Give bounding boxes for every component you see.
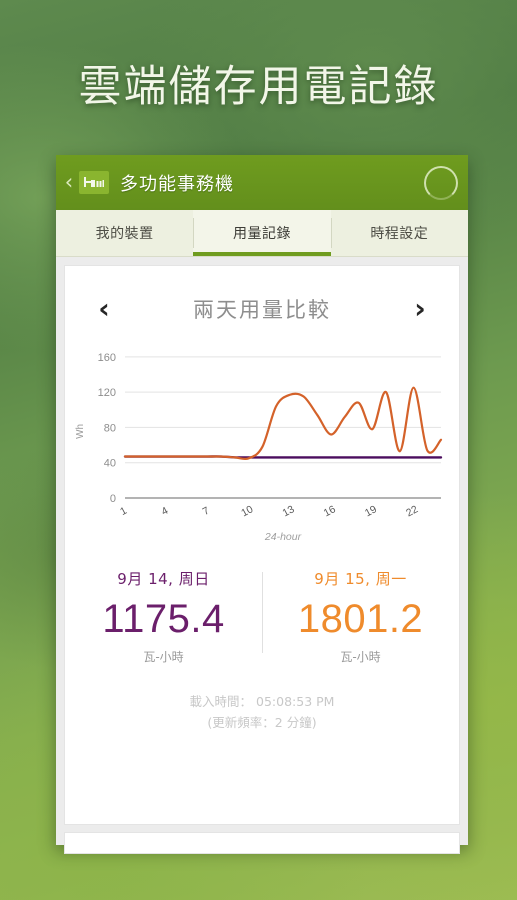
svg-text:16: 16 bbox=[322, 503, 338, 519]
tab-bar: 我的裝置 用量記錄 時程設定 bbox=[56, 210, 468, 257]
totals-row: 9月 14, 周日 1175.4 瓦-小時 9月 15, 周一 1801.2 瓦… bbox=[65, 568, 459, 665]
usage-chart: 0 40 80 120 160 Wh 1 4 7 10 13 16 19 22 24-hour bbox=[65, 338, 459, 558]
svg-text:22: 22 bbox=[404, 503, 420, 519]
chart-series bbox=[123, 386, 443, 461]
load-info: 載入時間： 05:08:53 PM (更新頻率：2 分鐘) bbox=[65, 691, 459, 734]
loading-ring-icon[interactable] bbox=[424, 165, 458, 200]
tab-usage-record[interactable]: 用量記錄 bbox=[193, 210, 331, 256]
svg-text:0: 0 bbox=[110, 493, 116, 505]
chart-title: 兩天用量比較 bbox=[193, 298, 331, 322]
svg-text:40: 40 bbox=[104, 458, 116, 470]
app-window: ‹ 多功能事務機 我的裝置 用量記錄 時程設定 ‹ 兩天用量比較 › 0 40 … bbox=[56, 155, 468, 854]
total-value-1: 1175.4 bbox=[102, 597, 225, 641]
total-value-2: 1801.2 bbox=[297, 597, 424, 641]
app-header: ‹ 多功能事務機 bbox=[56, 155, 468, 210]
total-day-2: 9月 15, 周一 1801.2 瓦-小時 bbox=[262, 568, 459, 665]
total-unit-1: 瓦-小時 bbox=[143, 650, 184, 664]
chart-navigation: ‹ 兩天用量比較 › bbox=[65, 280, 459, 326]
svg-text:24-hour: 24-hour bbox=[264, 531, 302, 543]
next-day-button[interactable]: › bbox=[405, 295, 435, 323]
tab-my-devices[interactable]: 我的裝置 bbox=[56, 210, 193, 256]
svg-text:19: 19 bbox=[363, 503, 379, 519]
prev-day-button[interactable]: ‹ bbox=[89, 295, 119, 323]
svg-text:80: 80 bbox=[104, 422, 116, 434]
chart-axis: Wh 1 4 7 10 13 16 19 22 24-hour bbox=[75, 424, 441, 543]
total-date-1: 9月 14, 周日 bbox=[117, 570, 210, 588]
svg-text:4: 4 bbox=[159, 505, 170, 518]
back-icon[interactable]: ‹ bbox=[60, 169, 78, 197]
svg-text:160: 160 bbox=[98, 352, 116, 364]
app-title: 多功能事務機 bbox=[120, 173, 234, 195]
chart-svg: 0 40 80 120 160 Wh 1 4 7 10 13 16 19 22 24-hour bbox=[75, 352, 443, 543]
total-day-1: 9月 14, 周日 1175.4 瓦-小時 bbox=[65, 568, 262, 665]
refresh-rate: (更新頻率：2 分鐘) bbox=[207, 715, 317, 731]
svg-text:7: 7 bbox=[201, 505, 212, 518]
usage-card: ‹ 兩天用量比較 › 0 40 80 120 160 Wh 1 4 7 10 13 16 19 22 24… bbox=[64, 265, 460, 825]
bn-logo-icon[interactable] bbox=[79, 171, 109, 194]
svg-text:13: 13 bbox=[280, 503, 296, 519]
svg-text:Wh: Wh bbox=[75, 424, 86, 439]
svg-text:120: 120 bbox=[98, 387, 116, 399]
svg-text:1: 1 bbox=[118, 505, 129, 518]
page-headline: 雲端儲存用電記錄 bbox=[78, 62, 439, 112]
total-unit-2: 瓦-小時 bbox=[340, 650, 381, 664]
total-date-2: 9月 15, 周一 bbox=[314, 570, 407, 588]
svg-text:10: 10 bbox=[239, 503, 255, 519]
card-container: ‹ 兩天用量比較 › 0 40 80 120 160 Wh 1 4 7 10 13 16 19 22 24… bbox=[56, 257, 468, 854]
card-footer-strip bbox=[64, 832, 460, 854]
tab-schedule[interactable]: 時程設定 bbox=[330, 210, 468, 256]
load-time: 載入時間： 05:08:53 PM bbox=[189, 694, 335, 709]
